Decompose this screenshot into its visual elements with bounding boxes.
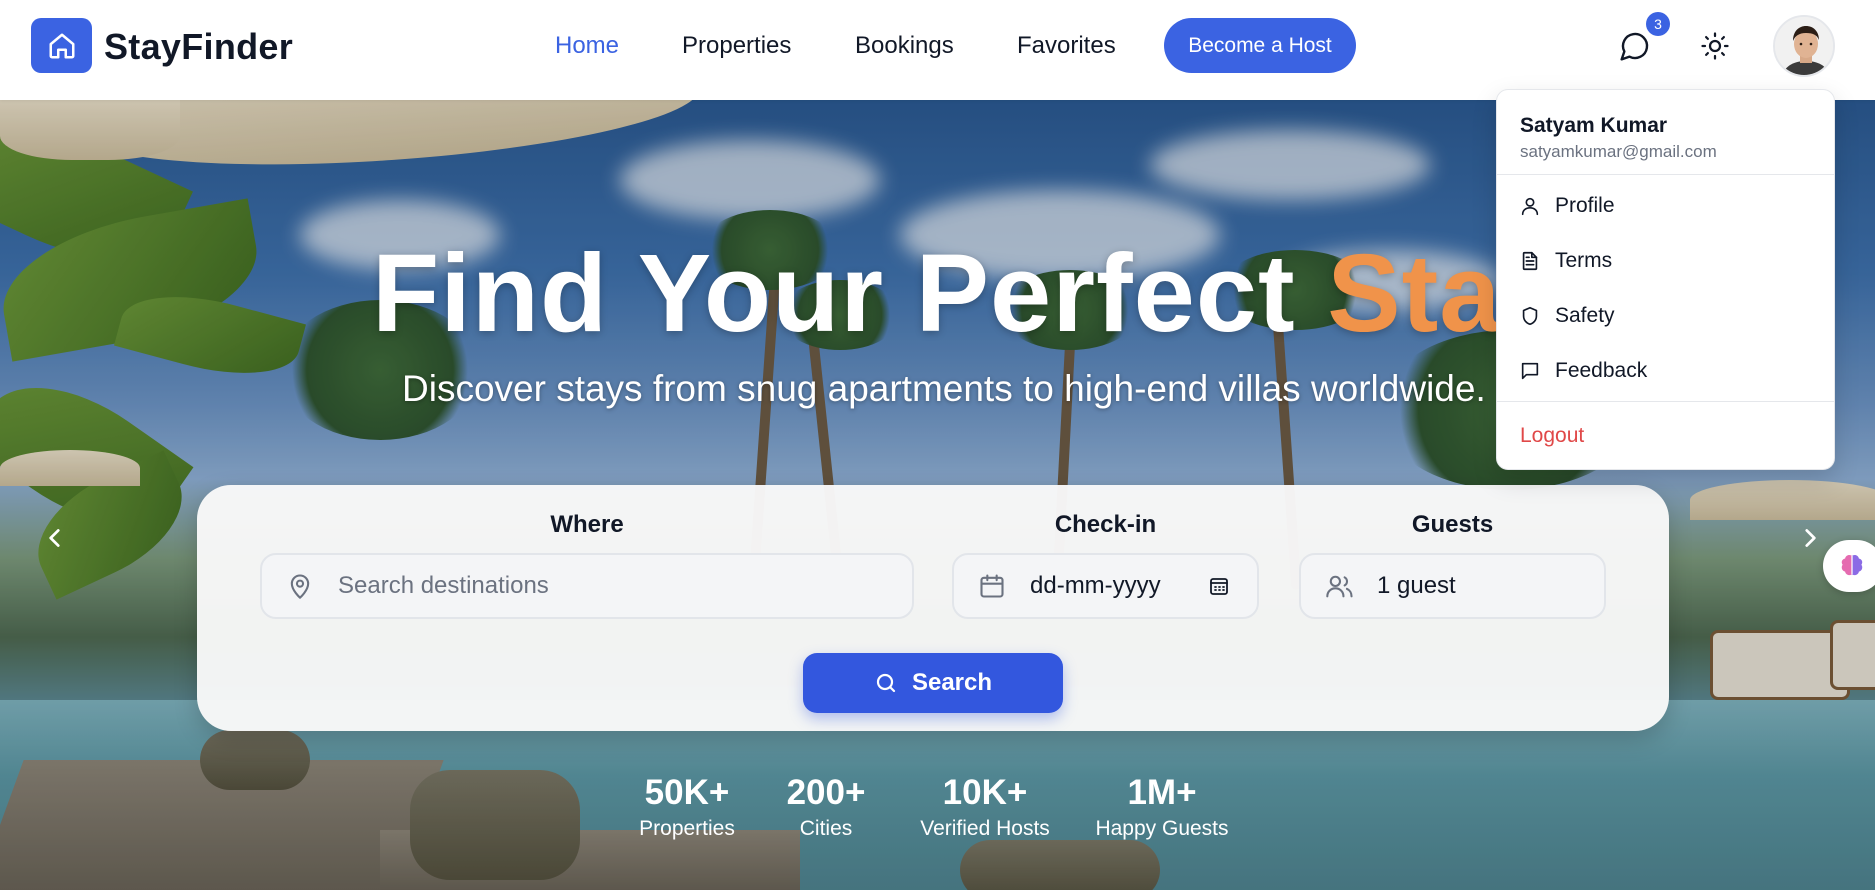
- checkin-label: Check-in: [1054, 511, 1157, 538]
- hero-subtitle: Discover stays from snug apartments to h…: [402, 368, 1486, 409]
- user-icon: [1519, 195, 1541, 217]
- carousel-prev-icon[interactable]: [40, 523, 70, 553]
- menu-item-safety[interactable]: Safety: [1519, 298, 1819, 334]
- divider: [1497, 174, 1834, 175]
- stat-label: Verified Hosts: [920, 817, 1050, 840]
- map-pin-icon: [286, 572, 314, 600]
- stat-happy-guests: 1M+ Happy Guests: [1088, 773, 1236, 841]
- menu-item-terms[interactable]: Terms: [1519, 243, 1819, 279]
- hero-title: Find Your Perfect Stay: [372, 230, 1564, 357]
- guests-value: 1 guest: [1377, 572, 1456, 599]
- shield-icon: [1519, 305, 1541, 327]
- users-icon: [1325, 572, 1355, 600]
- nav-favorites[interactable]: Favorites: [1017, 32, 1116, 60]
- home-logo-icon[interactable]: [31, 18, 92, 73]
- messages-badge: 3: [1646, 12, 1670, 36]
- menu-item-label: Profile: [1555, 194, 1615, 217]
- menu-item-label: Feedback: [1555, 359, 1648, 382]
- avatar[interactable]: [1773, 15, 1835, 77]
- guests-label: Guests: [1411, 511, 1494, 538]
- stat-number: 50K+: [644, 773, 730, 812]
- brand-name[interactable]: StayFinder: [104, 26, 293, 68]
- become-host-button[interactable]: Become a Host: [1164, 18, 1356, 73]
- guests-field[interactable]: 1 guest: [1299, 553, 1606, 619]
- stat-label: Properties: [639, 817, 735, 840]
- top-navbar: StayFinder Home Properties Bookings Favo…: [0, 0, 1875, 100]
- checkin-value: dd-mm-yyyy: [1030, 572, 1161, 599]
- messages-icon[interactable]: [1617, 28, 1653, 64]
- stat-number: 200+: [786, 773, 866, 812]
- stat-label: Cities: [799, 817, 853, 840]
- divider: [1497, 401, 1834, 402]
- brain-assistant-icon[interactable]: [1823, 540, 1875, 592]
- stat-number: 10K+: [942, 773, 1028, 812]
- menu-item-label: Safety: [1555, 304, 1615, 327]
- sun-icon[interactable]: [1697, 28, 1733, 64]
- where-label: Where: [550, 511, 624, 538]
- stat-cities: 200+ Cities: [771, 773, 881, 841]
- nav-bookings[interactable]: Bookings: [855, 32, 954, 60]
- date-picker-icon[interactable]: [1207, 574, 1231, 598]
- checkin-field[interactable]: dd-mm-yyyy: [952, 553, 1259, 619]
- document-icon: [1519, 250, 1541, 272]
- calendar-icon: [978, 572, 1006, 600]
- message-icon: [1519, 360, 1541, 382]
- stat-properties: 50K+ Properties: [627, 773, 747, 841]
- where-placeholder: Search destinations: [338, 572, 549, 599]
- search-icon: [874, 671, 898, 695]
- search-button[interactable]: Search: [803, 653, 1063, 713]
- menu-item-profile[interactable]: Profile: [1519, 188, 1819, 224]
- carousel-next-icon[interactable]: [1795, 523, 1825, 553]
- user-name: Satyam Kumar: [1520, 114, 1668, 137]
- nav-properties[interactable]: Properties: [682, 32, 791, 60]
- menu-item-label: Terms: [1555, 249, 1613, 272]
- menu-item-feedback[interactable]: Feedback: [1519, 353, 1819, 389]
- search-button-label: Search: [911, 669, 993, 696]
- logout-button[interactable]: Logout: [1520, 424, 1584, 448]
- stat-number: 1M+: [1127, 773, 1197, 812]
- user-menu-dropdown: Satyam Kumar satyamkumar@gmail.com Profi…: [1496, 89, 1835, 470]
- hero-title-main: Find Your Perfect: [372, 232, 1296, 355]
- user-email: satyamkumar@gmail.com: [1520, 142, 1717, 161]
- stat-verified-hosts: 10K+ Verified Hosts: [905, 773, 1065, 841]
- nav-home[interactable]: Home: [555, 32, 619, 60]
- where-field[interactable]: Search destinations: [260, 553, 914, 619]
- stat-label: Happy Guests: [1095, 817, 1229, 840]
